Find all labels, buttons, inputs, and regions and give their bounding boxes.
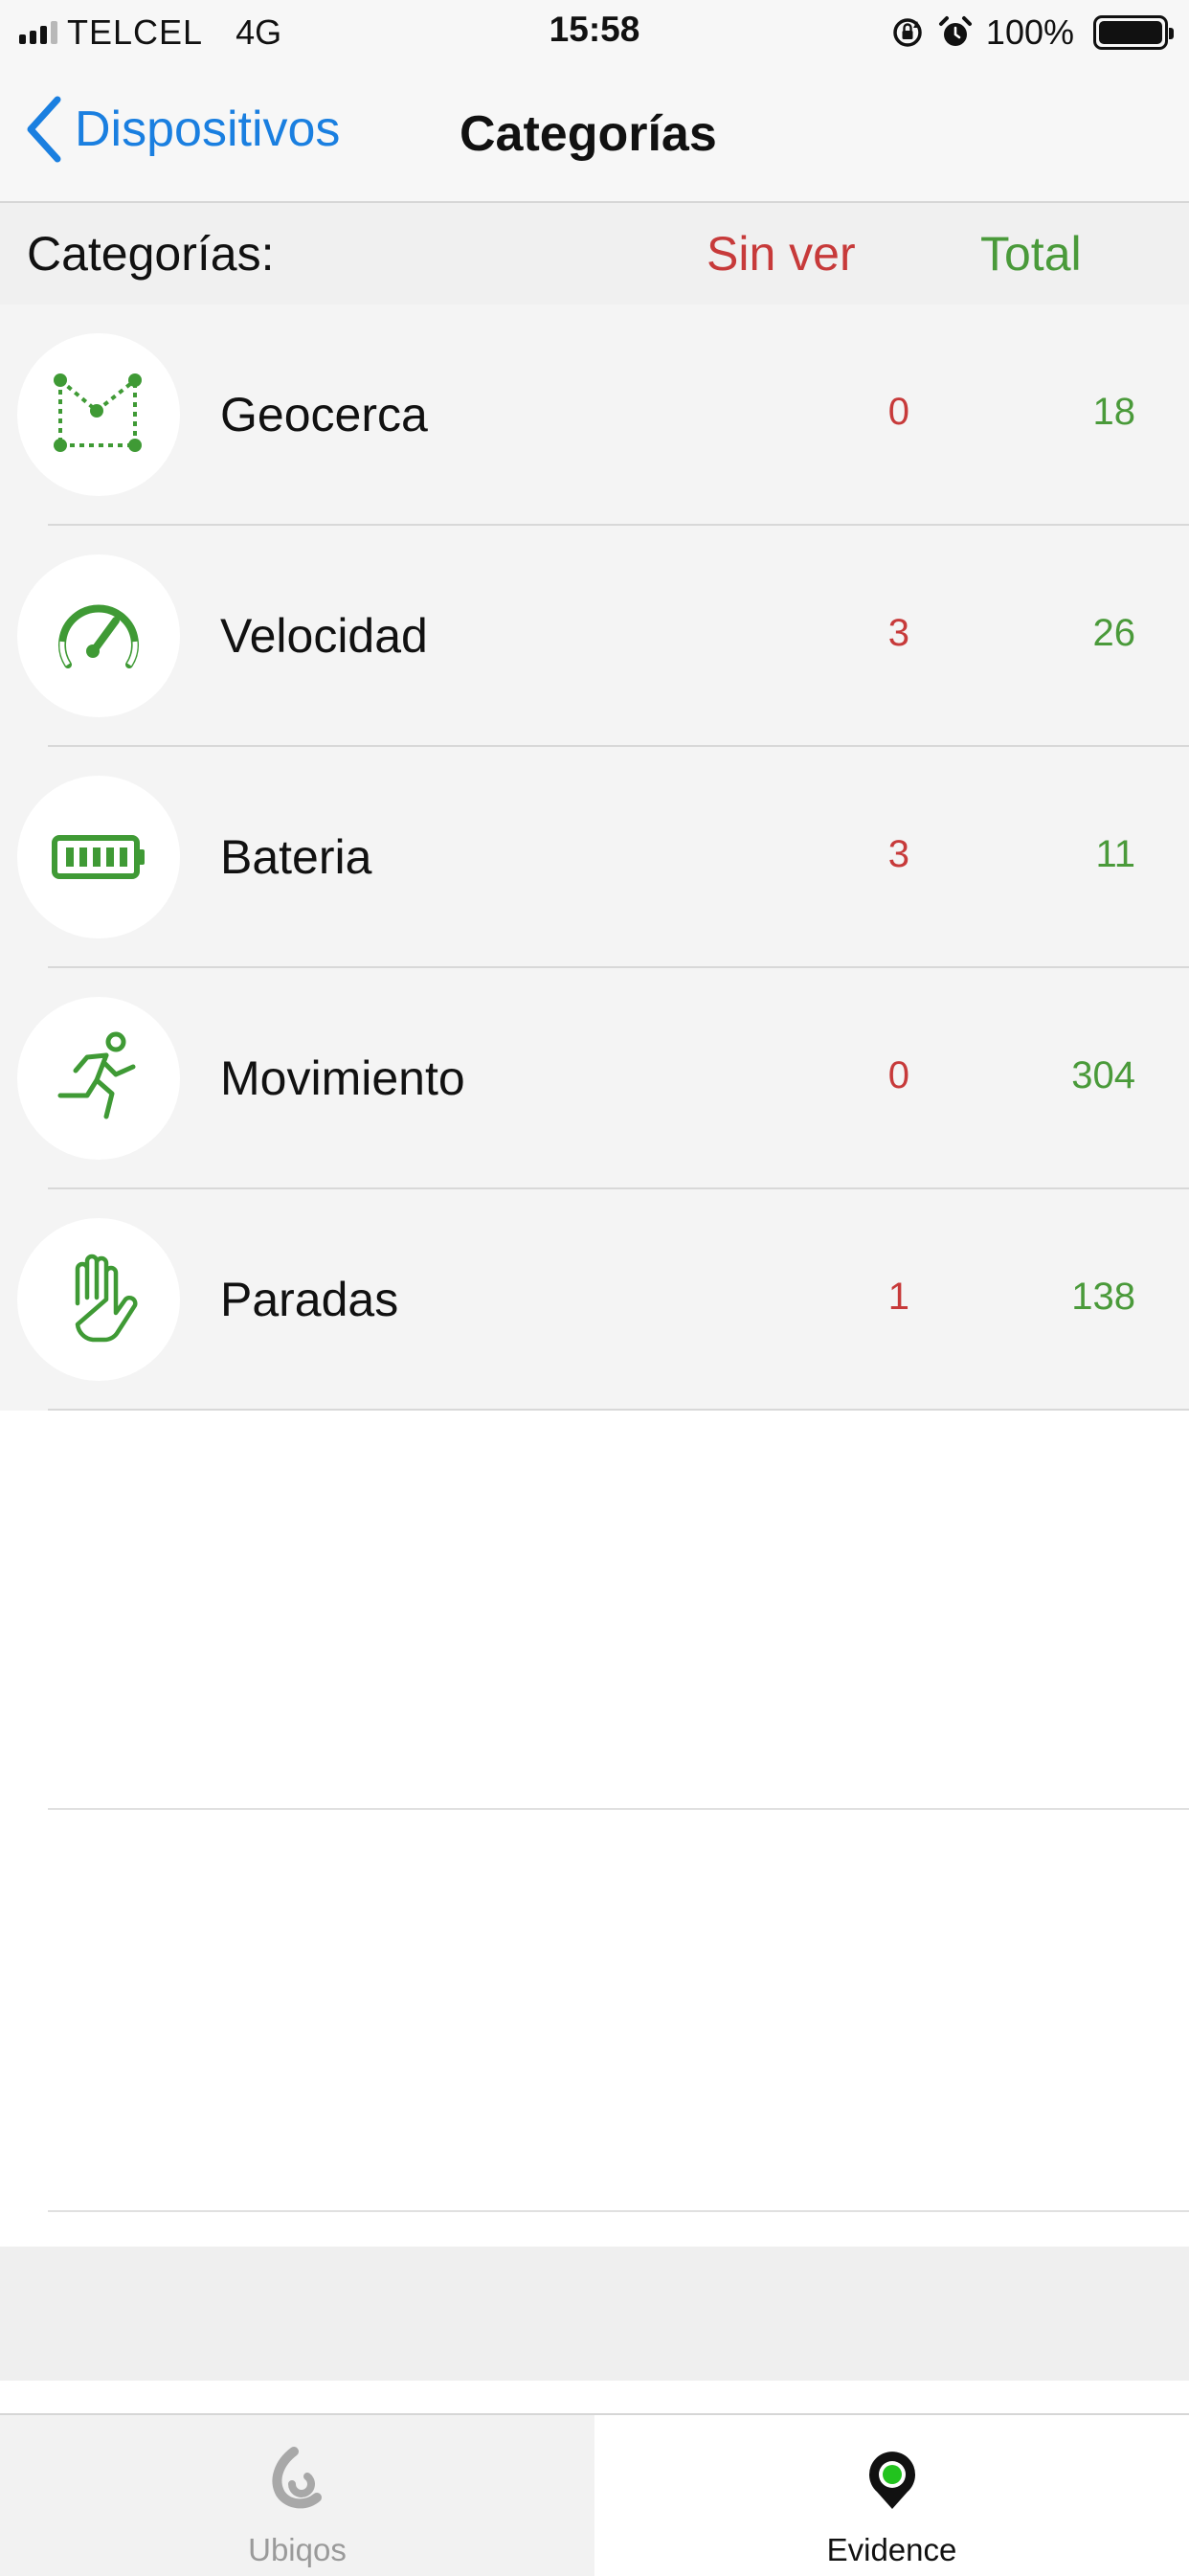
tab-label: Ubiqos — [248, 2532, 347, 2567]
header-categories-label: Categorías: — [27, 227, 275, 281]
stop-hand-icon — [17, 1218, 180, 1381]
category-name: Bateria — [220, 830, 372, 884]
categories-list: Geocerca 0 18 Velocidad 3 26 Bateria 3 1… — [0, 305, 1189, 1411]
category-name: Velocidad — [220, 609, 428, 663]
battery-icon — [1093, 15, 1174, 50]
back-button[interactable]: Dispositivos — [23, 94, 340, 165]
status-bar: TELCEL 4G 15:58 100% — [0, 0, 1189, 67]
category-unseen-count: 1 — [887, 1276, 909, 1318]
header-unseen-label: Sin ver — [707, 227, 856, 281]
chevron-left-icon — [27, 96, 61, 163]
category-row-velocidad[interactable]: Velocidad 3 26 — [0, 526, 1189, 747]
category-unseen-count: 0 — [887, 391, 909, 433]
category-total-count: 304 — [1071, 1054, 1135, 1096]
category-row-bateria[interactable]: Bateria 3 11 — [0, 747, 1189, 968]
ubiqos-logo-icon — [272, 2447, 322, 2509]
list-header: Categorías: Sin ver Total — [0, 203, 1189, 305]
category-row-paradas[interactable]: Paradas 1 138 — [0, 1189, 1189, 1411]
evidence-logo-icon — [868, 2452, 915, 2509]
navigation-bar: Dispositivos Categorías — [0, 67, 1189, 203]
divider — [48, 1808, 1189, 1810]
category-total-count: 26 — [1092, 612, 1136, 654]
status-right: 100% — [890, 11, 1174, 54]
tab-evidence[interactable]: Evidence — [594, 2415, 1189, 2576]
battery-percentage: 100% — [985, 12, 1074, 52]
category-unseen-count: 3 — [887, 612, 909, 654]
divider — [48, 2210, 1189, 2212]
back-button-label: Dispositivos — [75, 102, 341, 157]
rotation-lock-icon — [893, 18, 922, 47]
category-row-movimiento[interactable]: Movimiento 0 304 — [0, 968, 1189, 1189]
header-total-label: Total — [980, 227, 1082, 281]
category-total-count: 11 — [1095, 833, 1135, 875]
tab-ubiqos[interactable]: Ubiqos — [0, 2415, 594, 2576]
page-title: Categorías — [460, 106, 717, 162]
category-total-count: 18 — [1092, 391, 1136, 433]
tab-bar: Ubiqos Evidence — [0, 2413, 1189, 2576]
geofence-icon — [17, 333, 180, 496]
category-row-geocerca[interactable]: Geocerca 0 18 — [0, 305, 1189, 526]
category-total-count: 138 — [1071, 1276, 1135, 1318]
category-unseen-count: 3 — [887, 833, 909, 875]
speedometer-icon — [17, 554, 180, 717]
category-name: Movimiento — [220, 1051, 465, 1105]
category-name: Geocerca — [220, 388, 428, 441]
tab-label: Evidence — [826, 2532, 957, 2567]
list-footer — [0, 2247, 1189, 2381]
category-name: Paradas — [220, 1273, 399, 1326]
running-person-icon — [17, 997, 180, 1160]
alarm-icon — [938, 16, 972, 46]
empty-list-area — [0, 1411, 1189, 2247]
battery-icon — [17, 776, 180, 938]
category-unseen-count: 0 — [887, 1054, 909, 1096]
